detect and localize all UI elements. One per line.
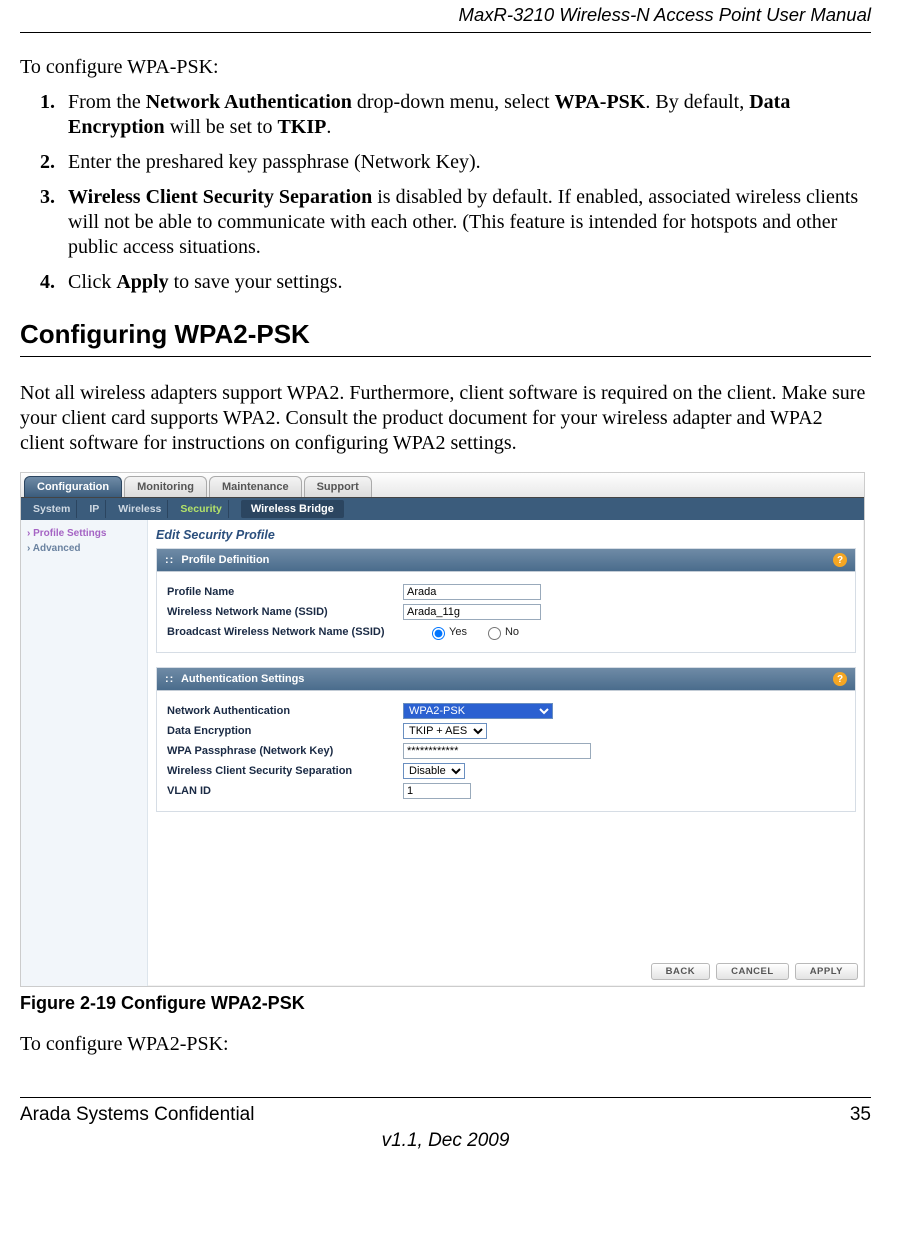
text: will be set to: [165, 116, 278, 138]
input-vlan-id[interactable]: [403, 783, 471, 799]
group-auth-settings: :: Authentication Settings ? Network Aut…: [156, 667, 856, 812]
select-network-auth[interactable]: WPA2-PSK: [403, 703, 553, 719]
top-tabs: Configuration Monitoring Maintenance Sup…: [21, 473, 864, 498]
label-profile-name: Profile Name: [167, 586, 403, 598]
label-passphrase: WPA Passphrase (Network Key): [167, 745, 403, 757]
help-icon[interactable]: ?: [833, 553, 847, 567]
text: Enter the preshared key passphrase (Netw…: [68, 151, 481, 173]
sidebar-item-profile-settings[interactable]: › Profile Settings: [25, 526, 143, 541]
step-4: Click Apply to save your settings.: [60, 270, 871, 295]
cancel-button[interactable]: CANCEL: [716, 963, 789, 980]
back-button[interactable]: BACK: [651, 963, 710, 980]
group-title: :: Profile Definition: [165, 554, 269, 566]
text: .: [326, 116, 331, 138]
left-sidebar: › Profile Settings › Advanced: [21, 520, 148, 986]
section-heading: Configuring WPA2-PSK: [20, 319, 871, 357]
text: to save your settings.: [169, 271, 343, 293]
text: . By default,: [645, 91, 749, 113]
input-profile-name[interactable]: [403, 584, 541, 600]
sidebar-item-label: Profile Settings: [33, 528, 106, 539]
help-icon[interactable]: ?: [833, 672, 847, 686]
bold: Network Authentication: [146, 91, 352, 113]
step-1: From the Network Authentication drop-dow…: [60, 90, 871, 140]
page-header: MaxR-3210 Wireless-N Access Point User M…: [20, 0, 871, 33]
label-client-separation: Wireless Client Security Separation: [167, 765, 403, 777]
bold: Wireless Client Security Separation: [68, 186, 372, 208]
step-3: Wireless Client Security Separation is d…: [60, 185, 871, 260]
label-data-encryption: Data Encryption: [167, 725, 403, 737]
group-profile-definition: :: Profile Definition ? Profile Name Wir…: [156, 548, 856, 653]
panel-title: Edit Security Profile: [156, 528, 856, 542]
steps-list: From the Network Authentication drop-dow…: [20, 90, 871, 295]
sidebar-item-label: Advanced: [33, 543, 81, 554]
radio-broadcast-yes[interactable]: Yes: [427, 624, 467, 640]
select-client-separation[interactable]: Disable: [403, 763, 465, 779]
radio-label: No: [505, 626, 519, 638]
figure-caption: Figure 2-19 Configure WPA2-PSK: [20, 993, 871, 1014]
button-bar: BACK CANCEL APPLY: [651, 963, 858, 980]
footer-left: Arada Systems Confidential: [20, 1104, 254, 1126]
sidebar-item-advanced[interactable]: › Advanced: [25, 541, 143, 556]
apply-button[interactable]: APPLY: [795, 963, 858, 980]
bold: WPA-PSK: [555, 91, 646, 113]
input-ssid[interactable]: [403, 604, 541, 620]
subnav-system[interactable]: System: [27, 500, 77, 518]
input-passphrase[interactable]: [403, 743, 591, 759]
intro-wpa2-psk: To configure WPA2-PSK:: [20, 1032, 871, 1057]
radio-label: Yes: [449, 626, 467, 638]
select-data-encryption[interactable]: TKIP + AES: [403, 723, 487, 739]
sub-nav: System IP Wireless Security Wireless Bri…: [21, 498, 864, 520]
footer-version: v1.1, Dec 2009: [20, 1130, 871, 1152]
wpa2-paragraph: Not all wireless adapters support WPA2. …: [20, 381, 871, 456]
subnav-wireless[interactable]: Wireless: [112, 500, 168, 518]
subnav-wireless-bridge[interactable]: Wireless Bridge: [241, 500, 344, 518]
page-number: 35: [850, 1104, 871, 1126]
intro-wpa-psk: To configure WPA-PSK:: [20, 55, 871, 80]
main-panel: Edit Security Profile :: Profile Definit…: [148, 520, 864, 986]
label-broadcast: Broadcast Wireless Network Name (SSID): [167, 626, 427, 638]
subnav-ip[interactable]: IP: [83, 500, 106, 518]
bold: TKIP: [277, 116, 326, 138]
page-footer: Arada Systems Confidential 35 v1.1, Dec …: [20, 1097, 871, 1152]
label-network-auth: Network Authentication: [167, 705, 403, 717]
tab-monitoring[interactable]: Monitoring: [124, 476, 207, 497]
subnav-security[interactable]: Security: [174, 500, 228, 518]
text: From the: [68, 91, 146, 113]
screenshot-window: Configuration Monitoring Maintenance Sup…: [20, 472, 865, 987]
group-title: :: Authentication Settings: [165, 673, 304, 685]
label-ssid: Wireless Network Name (SSID): [167, 606, 403, 618]
text: Click: [68, 271, 116, 293]
tab-maintenance[interactable]: Maintenance: [209, 476, 302, 497]
label-vlan-id: VLAN ID: [167, 785, 403, 797]
tab-configuration[interactable]: Configuration: [24, 476, 122, 497]
bold: Apply: [116, 271, 168, 293]
tab-support[interactable]: Support: [304, 476, 372, 497]
step-2: Enter the preshared key passphrase (Netw…: [60, 150, 871, 175]
text: drop-down menu, select: [352, 91, 555, 113]
radio-broadcast-no[interactable]: No: [483, 624, 519, 640]
